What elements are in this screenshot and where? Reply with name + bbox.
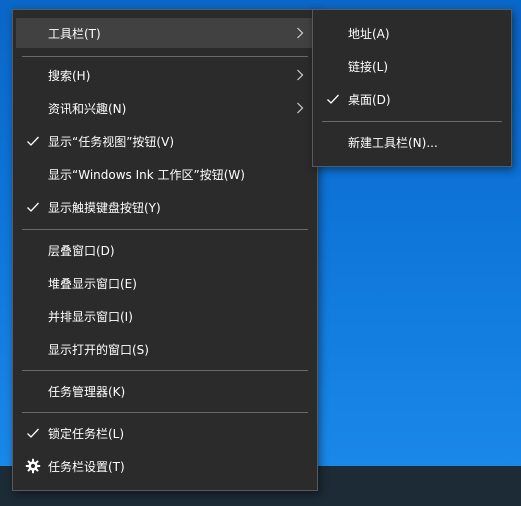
menu-item-toolbars[interactable]: 工具栏(T) bbox=[16, 18, 314, 48]
menu-item-stack-windows[interactable]: 堆叠显示窗口(E) bbox=[16, 268, 314, 298]
menu-item-label: 资讯和兴趣(N) bbox=[48, 101, 127, 116]
menu-item-label: 显示“Windows Ink 工作区”按钮(W) bbox=[48, 167, 245, 182]
check-icon bbox=[327, 94, 339, 104]
submenu-item-desktop[interactable]: 桌面(D) bbox=[316, 84, 508, 114]
menu-separator bbox=[22, 56, 308, 57]
submenu-item-address[interactable]: 地址(A) bbox=[316, 18, 508, 48]
toolbars-submenu: 地址(A) 链接(L) 桌面(D) 新建工具栏(N)... bbox=[312, 9, 512, 167]
menu-item-show-ink-workspace[interactable]: 显示“Windows Ink 工作区”按钮(W) bbox=[16, 159, 314, 189]
menu-item-label: 任务管理器(K) bbox=[48, 384, 126, 399]
gear-icon bbox=[25, 458, 41, 474]
menu-item-show-open-windows[interactable]: 显示打开的窗口(S) bbox=[16, 334, 314, 364]
menu-item-label: 锁定任务栏(L) bbox=[48, 426, 125, 441]
menu-item-news-interests[interactable]: 资讯和兴趣(N) bbox=[16, 93, 314, 123]
chevron-right-icon bbox=[297, 27, 304, 39]
submenu-item-new-toolbar[interactable]: 新建工具栏(N)... bbox=[316, 127, 508, 157]
menu-item-label: 桌面(D) bbox=[348, 92, 391, 107]
menu-item-task-manager[interactable]: 任务管理器(K) bbox=[16, 376, 314, 406]
menu-item-label: 新建工具栏(N)... bbox=[348, 135, 438, 150]
menu-item-side-by-side[interactable]: 并排显示窗口(I) bbox=[16, 301, 314, 331]
menu-item-label: 搜索(H) bbox=[48, 68, 91, 83]
menu-separator bbox=[22, 412, 308, 413]
chevron-right-icon bbox=[297, 102, 304, 114]
menu-separator bbox=[22, 370, 308, 371]
check-icon bbox=[27, 202, 39, 212]
menu-item-label: 地址(A) bbox=[348, 26, 390, 41]
menu-item-taskbar-settings[interactable]: 任务栏设置(T) bbox=[16, 451, 314, 481]
chevron-right-icon bbox=[297, 69, 304, 81]
menu-item-label: 堆叠显示窗口(E) bbox=[48, 276, 137, 291]
menu-item-label: 任务栏设置(T) bbox=[48, 459, 125, 474]
menu-separator bbox=[22, 229, 308, 230]
menu-item-label: 并排显示窗口(I) bbox=[48, 309, 133, 324]
menu-item-label: 显示触摸键盘按钮(Y) bbox=[48, 200, 161, 215]
menu-item-cascade-windows[interactable]: 层叠窗口(D) bbox=[16, 235, 314, 265]
menu-item-lock-taskbar[interactable]: 锁定任务栏(L) bbox=[16, 418, 314, 448]
taskbar-context-menu: 工具栏(T) 搜索(H) 资讯和兴趣(N) 显示“任务视图”按钮(V) 显示“W… bbox=[12, 9, 318, 491]
menu-item-label: 显示打开的窗口(S) bbox=[48, 342, 149, 357]
menu-item-search[interactable]: 搜索(H) bbox=[16, 60, 314, 90]
menu-item-label: 工具栏(T) bbox=[48, 26, 101, 41]
menu-separator bbox=[322, 121, 502, 122]
menu-item-show-task-view[interactable]: 显示“任务视图”按钮(V) bbox=[16, 126, 314, 156]
menu-item-label: 链接(L) bbox=[348, 59, 389, 74]
menu-item-show-touch-keyboard[interactable]: 显示触摸键盘按钮(Y) bbox=[16, 192, 314, 222]
check-icon bbox=[27, 136, 39, 146]
menu-item-label: 层叠窗口(D) bbox=[48, 243, 115, 258]
menu-item-label: 显示“任务视图”按钮(V) bbox=[48, 134, 175, 149]
check-icon bbox=[27, 428, 39, 438]
submenu-item-links[interactable]: 链接(L) bbox=[316, 51, 508, 81]
